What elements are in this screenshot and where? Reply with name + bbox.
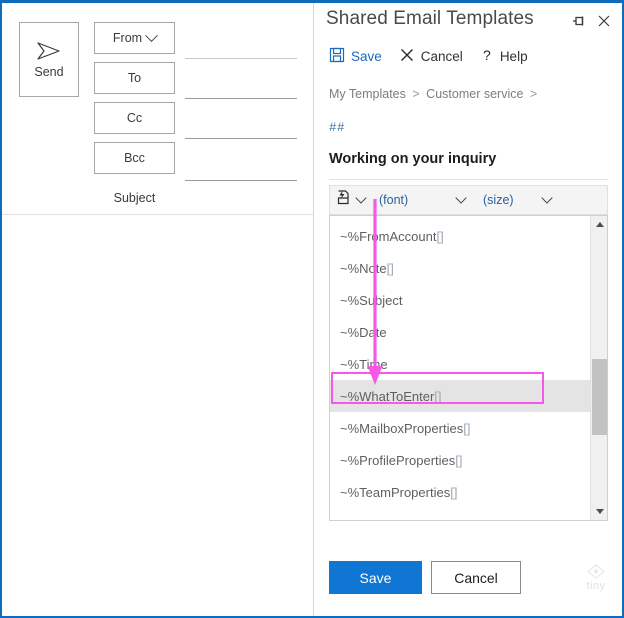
save-button[interactable]: Save — [329, 561, 422, 594]
email-body-editor[interactable] — [2, 216, 313, 616]
macro-item-label: ~%Subject — [340, 292, 403, 308]
macro-item-label: ~%ProfileProperties — [340, 452, 456, 468]
cc-label: Cc — [126, 111, 143, 125]
from-label: From — [112, 31, 143, 45]
panel-header: Shared Email Templates — [314, 3, 622, 41]
template-divider — [329, 179, 608, 180]
help-command-label: Help — [499, 48, 528, 64]
macro-dropdown-list: ~%FromAccount[] ~%Note[] ~%Subject ~%Date ~%… — [329, 215, 608, 521]
template-hash-line: ## — [329, 121, 346, 135]
chevron-down-icon — [355, 192, 367, 204]
bcc-field-input[interactable] — [185, 180, 297, 181]
cc-field-button[interactable]: Cc — [94, 102, 175, 134]
macro-item-label: ~%Time — [340, 356, 388, 372]
to-field-input[interactable] — [185, 98, 297, 99]
macro-item-label: ~%TeamProperties — [340, 484, 451, 500]
pin-icon[interactable] — [569, 11, 589, 31]
font-family-select[interactable]: (font) — [369, 186, 473, 214]
close-icon[interactable] — [594, 11, 614, 31]
macro-item-label: ~%MailboxProperties — [340, 420, 464, 436]
question-mark-icon: ? — [480, 47, 494, 66]
macro-item-brackets: [] — [455, 452, 463, 468]
svg-text:?: ? — [483, 47, 491, 63]
macro-item-brackets: [] — [434, 388, 442, 404]
cc-field-input[interactable] — [185, 138, 297, 139]
breadcrumb-item-customer-service[interactable]: Customer service — [426, 87, 523, 101]
macro-list: ~%FromAccount[] ~%Note[] ~%Subject ~%Date ~%… — [330, 216, 590, 520]
save-command-button[interactable]: Save — [329, 47, 382, 66]
send-button[interactable]: Send — [19, 22, 79, 97]
compose-header-area: Send From To Cc Bcc Subject — [2, 3, 313, 215]
template-title: Working on your inquiry — [329, 151, 497, 167]
to-field-button[interactable]: To — [94, 62, 175, 94]
insert-macro-button[interactable] — [330, 186, 369, 214]
macro-item[interactable]: ~%ProfileProperties[] — [330, 444, 590, 476]
macro-item[interactable]: ~%TeamProperties[] — [330, 476, 590, 508]
macro-item-label: ~%FromAccount — [340, 228, 437, 244]
font-size-select[interactable]: (size) — [473, 186, 559, 214]
bcc-field-button[interactable]: Bcc — [94, 142, 175, 174]
macro-item-brackets: [] — [386, 260, 394, 276]
email-compose-pane: Send From To Cc Bcc Subject — [2, 3, 313, 616]
cancel-button[interactable]: Cancel — [431, 561, 521, 594]
subject-label: Subject — [113, 191, 156, 205]
editor-toolbar: (font) (size) — [329, 185, 608, 215]
font-family-value: (font) — [379, 193, 409, 207]
help-command-button[interactable]: ? Help — [480, 47, 528, 66]
macro-item[interactable]: ~%MailboxProperties[] — [330, 412, 590, 444]
from-field-button[interactable]: From — [94, 22, 175, 54]
macro-item-brackets: [] — [450, 484, 458, 500]
send-arrow-icon — [36, 41, 62, 61]
macro-item-brackets: [] — [463, 420, 471, 436]
panel-title: Shared Email Templates — [326, 8, 534, 29]
scroll-down-arrow-icon[interactable] — [591, 503, 608, 520]
scroll-up-arrow-icon[interactable] — [591, 216, 608, 233]
application-window: Send From To Cc Bcc Subject Shared Email… — [0, 0, 624, 618]
breadcrumb-separator-2: > — [529, 87, 538, 101]
macro-item[interactable]: ~%FromAccount[] — [330, 220, 590, 252]
macro-item[interactable]: ~%Subject — [330, 284, 590, 316]
insert-macro-icon — [336, 189, 353, 211]
macro-item[interactable]: ~%Time — [330, 348, 590, 380]
macro-item[interactable]: ~%WhatToEnter[] — [330, 380, 590, 412]
shared-email-templates-pane: Shared Email Templates Save Cancel ? Hel… — [313, 3, 622, 616]
to-label: To — [127, 71, 142, 85]
breadcrumb: My Templates > Customer service > — [329, 87, 540, 101]
macro-list-scrollbar[interactable] — [590, 216, 607, 520]
tiny-watermark-text: tiny — [586, 580, 606, 592]
send-button-label: Send — [34, 64, 64, 79]
command-bar: Save Cancel ? Help — [314, 41, 622, 71]
from-field-input[interactable] — [185, 58, 297, 59]
scrollbar-thumb[interactable] — [592, 359, 607, 435]
font-size-value: (size) — [483, 193, 514, 207]
macro-item-brackets: [] — [436, 228, 444, 244]
x-icon — [399, 47, 415, 66]
panel-footer: Save Cancel tiny — [314, 545, 622, 616]
chevron-down-icon — [541, 192, 553, 204]
breadcrumb-separator: > — [412, 87, 420, 101]
macro-item[interactable]: ~%Note[] — [330, 252, 590, 284]
tiny-watermark-logo: tiny — [580, 562, 612, 594]
cancel-command-button[interactable]: Cancel — [399, 47, 463, 66]
chevron-down-icon — [455, 192, 467, 204]
macro-item-label: ~%WhatToEnter — [340, 388, 435, 404]
macro-item[interactable]: ~%Date — [330, 316, 590, 348]
macro-item-label: ~%Note — [340, 260, 387, 276]
breadcrumb-item-my-templates[interactable]: My Templates — [329, 87, 406, 101]
floppy-disk-icon — [329, 47, 345, 66]
macro-item-label: ~%Date — [340, 324, 387, 340]
save-command-label: Save — [351, 48, 382, 64]
cancel-command-label: Cancel — [420, 48, 463, 64]
chevron-down-icon — [145, 28, 158, 42]
bcc-label: Bcc — [124, 151, 145, 165]
